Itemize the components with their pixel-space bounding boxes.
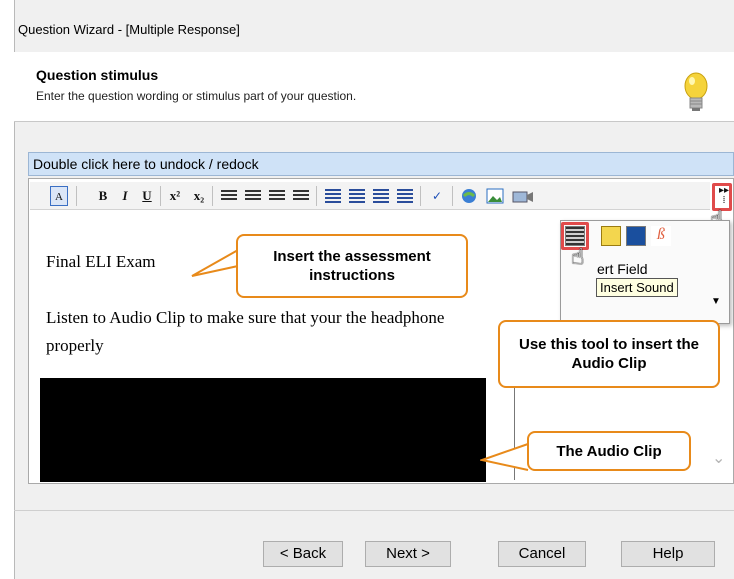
align-center-icon[interactable] (244, 186, 262, 206)
scroll-down-icon[interactable]: ⌄ (712, 448, 725, 468)
superscript-button[interactable]: x² (166, 186, 184, 206)
window-title: Question Wizard - [Multiple Response] (18, 22, 240, 37)
align-left-icon[interactable] (220, 186, 238, 206)
callout-pointer (480, 443, 529, 471)
justify-icon[interactable] (292, 186, 310, 206)
media-icon[interactable] (512, 186, 534, 206)
insert-sound-tooltip: Insert Sound (596, 278, 678, 297)
callout-pointer (191, 249, 239, 277)
page-subtitle: Enter the question wording or stimulus p… (36, 89, 357, 103)
more-tools-button[interactable]: ▸▸ ⁞ (715, 186, 733, 206)
toolbar-separator (212, 186, 213, 206)
insert-field-label: ert Field (597, 261, 648, 277)
toolbar-separator (452, 186, 453, 206)
pointer-cursor-icon: ☝ (571, 244, 585, 269)
page-title: Question stimulus (36, 67, 159, 83)
callout-instructions: Insert the assessment instructions (236, 234, 468, 298)
callout-audio-clip: The Audio Clip (527, 431, 691, 471)
image-icon[interactable] (486, 186, 504, 206)
align-right-icon[interactable] (268, 186, 286, 206)
toolbar-separator (420, 186, 421, 206)
underline-button[interactable]: U (138, 186, 156, 206)
audio-clip-player[interactable] (40, 378, 486, 482)
footer-divider (14, 510, 734, 511)
content-line-title: Final ELI Exam (46, 252, 156, 271)
italic-button[interactable]: I (116, 186, 134, 206)
lightbulb-icon (684, 72, 708, 111)
cancel-button[interactable]: Cancel (498, 541, 586, 567)
spellcheck-icon[interactable]: ✓ (428, 186, 446, 206)
help-button[interactable]: Help (621, 541, 715, 567)
header-panel (14, 52, 734, 122)
toolbar-separator (76, 186, 77, 206)
dropdown-arrow-icon[interactable]: ▼ (711, 296, 721, 307)
outdent-icon[interactable] (372, 186, 390, 206)
numbered-list-icon[interactable] (324, 186, 342, 206)
link-icon[interactable] (460, 186, 478, 206)
insert-sound-icon[interactable] (565, 226, 585, 246)
next-button[interactable]: Next > (365, 541, 451, 567)
toolbar-separator (160, 186, 161, 206)
content-line-instruction-cont: properly (46, 336, 104, 355)
insert-field-icon[interactable] (601, 226, 621, 246)
toolbar-separator (316, 186, 317, 206)
bulleted-list-icon[interactable] (348, 186, 366, 206)
script-icon[interactable]: ß (651, 226, 671, 246)
equation-icon[interactable] (626, 226, 646, 246)
style-icon[interactable]: A (50, 186, 68, 206)
bold-button[interactable]: B (94, 186, 112, 206)
indent-icon[interactable] (396, 186, 414, 206)
undock-redock-bar[interactable]: Double click here to undock / redock (28, 152, 734, 176)
callout-tool: Use this tool to insert the Audio Clip (498, 320, 720, 388)
content-line-instruction: Listen to Audio Clip to make sure that y… (46, 308, 445, 327)
back-button[interactable]: < Back (263, 541, 343, 567)
subscript-button[interactable]: x₂ (190, 186, 208, 206)
